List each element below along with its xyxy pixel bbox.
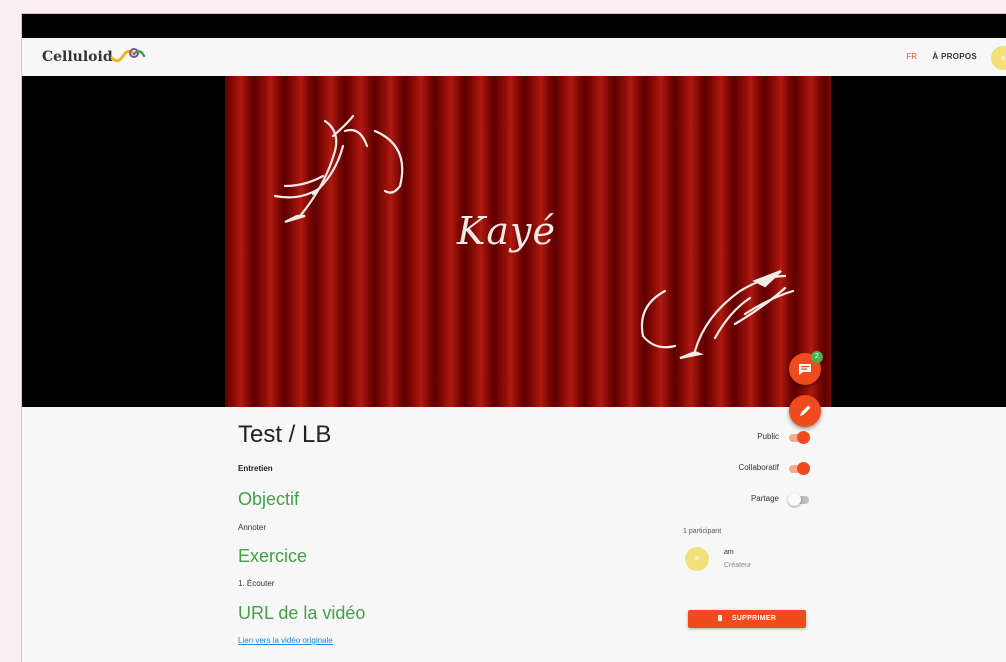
participant-role: Créateur: [724, 562, 752, 569]
participants-count: 1 participant: [683, 528, 722, 535]
public-toggle[interactable]: [789, 431, 810, 444]
about-link[interactable]: À PROPOS: [932, 52, 977, 61]
collaborative-label: Collaboratif: [738, 463, 779, 472]
poster-title: Kayé: [457, 209, 556, 253]
delete-button[interactable]: SUPPRIMER: [688, 610, 806, 628]
project-title: Test / LB: [238, 421, 332, 448]
language-toggle[interactable]: FR: [906, 52, 917, 61]
exercise-value: 1. Écouter: [238, 579, 275, 588]
objective-heading: Objectif: [238, 489, 300, 509]
share-toggle[interactable]: [788, 493, 809, 506]
logo-text[interactable]: Celluloid: [42, 49, 113, 65]
participant-name: am: [724, 549, 734, 556]
collaborative-toggle[interactable]: [789, 462, 810, 475]
comments-count-badge: 2: [811, 351, 823, 363]
app-window: Celluloid FR À PROPOS a Kayé 2 Test / LB…: [21, 13, 1006, 662]
original-video-link[interactable]: Lien vers la vidéo originale: [238, 636, 333, 645]
public-label: Public: [757, 432, 779, 441]
trash-icon: [717, 615, 722, 621]
video-url-heading: URL de la vidéo: [238, 603, 366, 623]
comments-button[interactable]: 2: [789, 351, 823, 385]
exercise-heading: Exercice: [238, 546, 308, 566]
user-avatar[interactable]: a: [991, 46, 1006, 70]
video-player[interactable]: Kayé 2: [22, 76, 1006, 427]
share-label: Partage: [750, 494, 779, 503]
delete-button-label: SUPPRIMER: [731, 615, 777, 622]
browser-top-bar: [22, 14, 1006, 38]
participant-avatar: a: [685, 547, 709, 571]
objective-value: Annoter: [238, 523, 267, 532]
video-poster: Kayé: [225, 76, 831, 407]
logo-icon[interactable]: [110, 46, 146, 66]
project-details: Test / LB Entretien Objectif Annoter Exe…: [22, 407, 1006, 662]
navbar: Celluloid FR À PROPOS a: [22, 38, 1006, 77]
project-type: Entretien: [238, 464, 273, 473]
